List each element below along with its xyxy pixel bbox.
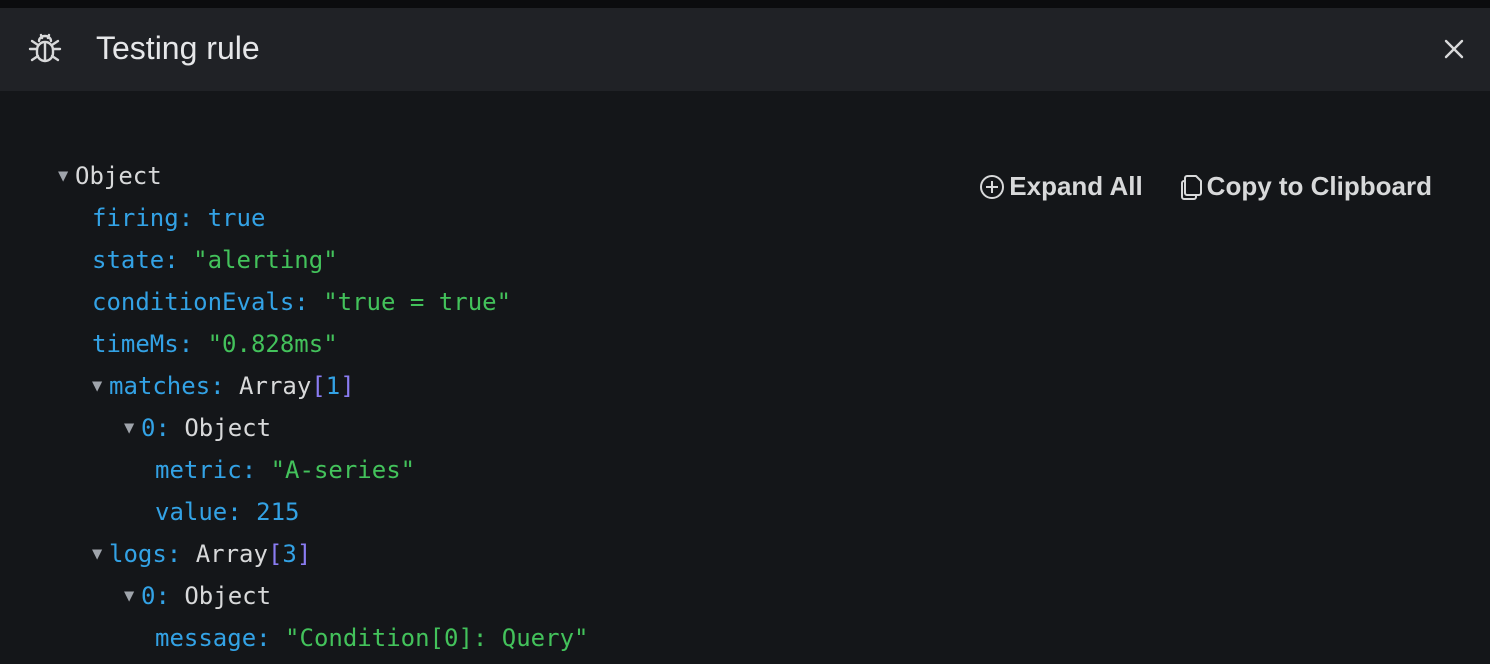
json-type: Array — [195, 540, 268, 568]
json-value: "A-series" — [270, 456, 416, 484]
expand-all-label: Expand All — [1009, 171, 1143, 201]
tree-row-firing: firing: true — [58, 197, 588, 239]
json-value: "true = true" — [323, 288, 512, 316]
tree-row-matches-0[interactable]: ▼ 0: Object — [58, 407, 588, 449]
tree-row-metric: metric: "A-series" — [58, 449, 588, 491]
tree-row-value: value: 215 — [58, 491, 588, 533]
json-key: state: — [92, 246, 179, 274]
tree-row-state: state: "alerting" — [58, 239, 588, 281]
tree-row-matches[interactable]: ▼ matches: Array[1] — [58, 365, 588, 407]
expand-all-button[interactable]: Expand All — [979, 171, 1143, 202]
json-key: matches: — [109, 372, 225, 400]
caret-down-icon[interactable]: ▼ — [124, 575, 141, 617]
json-key: timeMs: — [92, 330, 194, 358]
root-type: Object — [75, 162, 162, 190]
json-type: Object — [184, 582, 272, 610]
copy-icon — [1180, 174, 1202, 200]
json-value: "alerting" — [193, 246, 338, 274]
copy-to-clipboard-button[interactable]: Copy to Clipboard — [1179, 171, 1432, 202]
array-count: 1 — [325, 372, 341, 400]
bracket-open: [ — [267, 540, 283, 568]
json-key: conditionEvals: — [92, 288, 309, 316]
caret-down-icon[interactable]: ▼ — [92, 365, 109, 407]
json-key: 0: — [141, 414, 170, 442]
json-key: metric: — [155, 456, 257, 484]
json-key: value: — [155, 498, 242, 526]
tree-row-conditionevals: conditionEvals: "true = true" — [58, 281, 588, 323]
json-value: "0.828ms" — [207, 330, 338, 358]
json-key: firing: — [92, 204, 194, 232]
caret-down-icon[interactable]: ▼ — [92, 533, 109, 575]
close-icon[interactable] — [1440, 35, 1468, 63]
json-value: 215 — [256, 498, 300, 526]
drawer-header: Testing rule — [0, 8, 1490, 91]
caret-down-icon[interactable]: ▼ — [124, 407, 141, 449]
tree-row-timems: timeMs: "0.828ms" — [58, 323, 588, 365]
bracket-close: ] — [340, 372, 355, 400]
array-count: 3 — [282, 540, 297, 568]
json-key: 0: — [141, 582, 170, 610]
json-type: Array — [239, 372, 312, 400]
json-tree: ▼ Object firing: true state: "alerting" c… — [58, 155, 588, 659]
drawer-content: Expand All Copy to Clipboard ▼ Object fir… — [0, 91, 1490, 664]
copy-to-clipboard-label: Copy to Clipboard — [1206, 171, 1432, 201]
json-key: logs: — [109, 540, 182, 568]
tree-row-root[interactable]: ▼ Object — [58, 155, 588, 197]
tree-row-logs[interactable]: ▼ logs: Array[3] — [58, 533, 588, 575]
caret-down-icon[interactable]: ▼ — [58, 155, 75, 197]
json-value: true — [207, 204, 266, 232]
tree-row-message: message: "Condition[0]: Query" — [58, 617, 588, 659]
bug-icon — [28, 33, 62, 63]
json-key: message: — [155, 624, 271, 652]
json-value: "Condition[0]: Query" — [285, 624, 589, 652]
plus-circle-icon — [980, 174, 1005, 199]
bracket-close: ] — [296, 540, 312, 568]
bracket-open: [ — [311, 372, 326, 400]
json-actions: Expand All Copy to Clipboard — [979, 171, 1432, 202]
tree-row-logs-0[interactable]: ▼ 0: Object — [58, 575, 588, 617]
json-type: Object — [184, 414, 272, 442]
drawer-title: Testing rule — [96, 30, 260, 66]
top-strip — [0, 0, 1490, 8]
